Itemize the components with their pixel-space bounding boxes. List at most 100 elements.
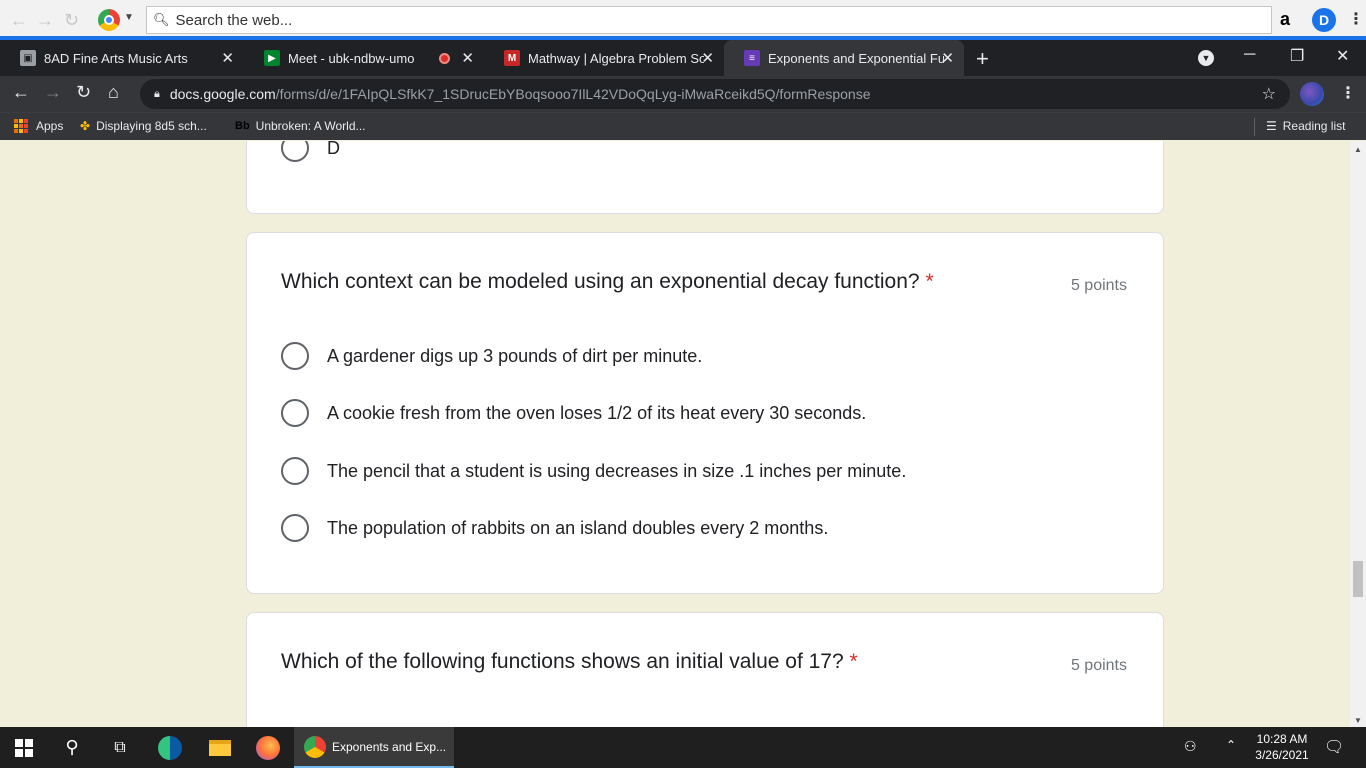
question-card-decay: Which context can be modeled using an ex… bbox=[246, 232, 1164, 594]
scroll-down-icon[interactable]: ▼ bbox=[1354, 716, 1362, 725]
tab-title: Mathway | Algebra Problem Solver bbox=[528, 50, 704, 66]
points-label: 5 points bbox=[1070, 277, 1127, 294]
recording-icon bbox=[439, 53, 450, 64]
scrollbar-thumb[interactable] bbox=[1353, 561, 1363, 597]
required-marker: * bbox=[925, 270, 934, 293]
profile-avatar[interactable] bbox=[1300, 82, 1324, 106]
bookmark-apps[interactable]: Apps bbox=[14, 119, 63, 133]
amazon-icon[interactable]: a bbox=[1280, 9, 1290, 30]
bookmark-label: Apps bbox=[36, 119, 64, 133]
address-bar: ← → ↻ ⌂ 🔒︎ docs.google.com/forms/d/e/1FA… bbox=[0, 76, 1366, 112]
tab-title: 8AD Fine Arts Music Arts bbox=[44, 50, 188, 66]
lock-icon[interactable]: 🔒︎ bbox=[154, 88, 160, 101]
restore-icon[interactable]: ❐ bbox=[1290, 46, 1304, 66]
form-page: D Which context can be modeled using an … bbox=[0, 141, 1350, 727]
option-d[interactable]: D bbox=[281, 141, 340, 162]
home-icon[interactable]: ⌂ bbox=[108, 82, 119, 103]
reading-list-icon: ☰ bbox=[1266, 119, 1277, 133]
reload-icon[interactable]: ↻ bbox=[64, 10, 79, 31]
question-text: Which context can be modeled using an ex… bbox=[281, 270, 920, 293]
option-3[interactable]: The pencil that a student is using decre… bbox=[281, 457, 906, 485]
chrome-logo-icon[interactable] bbox=[98, 9, 120, 31]
bookmark-unbroken[interactable]: Bb Unbroken: A World... bbox=[235, 119, 366, 133]
profile-d-icon[interactable]: D bbox=[1312, 8, 1336, 32]
option-label: D bbox=[327, 141, 340, 158]
option-label: The population of rabbits on an island d… bbox=[327, 517, 829, 538]
blackboard-bb-icon: Bb bbox=[235, 120, 250, 132]
chevron-up-icon[interactable]: ⌃ bbox=[1226, 738, 1236, 752]
search-icon[interactable]: ⚲ bbox=[48, 727, 96, 768]
radio-button[interactable] bbox=[281, 514, 309, 542]
url-path: /forms/d/e/1FAIpQLSfkK7_1SDrucEbYBoqsooo… bbox=[275, 86, 871, 102]
radio-button[interactable] bbox=[281, 342, 309, 370]
required-marker: * bbox=[849, 650, 858, 673]
people-icon[interactable]: ⚇ bbox=[1184, 738, 1197, 755]
forward-arrow-icon[interactable]: → bbox=[44, 82, 62, 103]
start-button[interactable] bbox=[0, 727, 48, 768]
tab-mathway[interactable]: M Mathway | Algebra Problem Solver ✕ bbox=[484, 40, 724, 76]
close-icon[interactable]: ✕ bbox=[941, 49, 954, 67]
close-icon[interactable]: ✕ bbox=[221, 49, 234, 67]
bookmarks-bar: Apps ✤ Displaying 8d5 sch... Bb Unbroken… bbox=[0, 112, 1366, 140]
reload-icon[interactable]: ↻ bbox=[76, 82, 91, 103]
question-text: Which of the following functions shows a… bbox=[281, 650, 844, 673]
file-explorer-icon[interactable] bbox=[196, 727, 244, 768]
meet-icon: ▶ bbox=[264, 50, 280, 66]
window-close-icon[interactable]: ✕ bbox=[1336, 46, 1349, 66]
tab-exponents[interactable]: ≡ Exponents and Exponential Functions ✕ bbox=[724, 40, 964, 76]
classroom-icon: ▣ bbox=[20, 50, 36, 66]
url-host: docs.google.com bbox=[169, 86, 276, 102]
url-field[interactable]: 🔒︎ docs.google.com/forms/d/e/1FAIpQLSfkK… bbox=[140, 79, 1290, 109]
question-title: Which of the following functions shows a… bbox=[281, 650, 858, 674]
system-clock[interactable]: 10:28 AM 3/26/2021 bbox=[1250, 731, 1314, 763]
option-4[interactable]: The population of rabbits on an island d… bbox=[281, 514, 828, 542]
mathway-icon: M bbox=[504, 50, 520, 66]
close-icon[interactable]: ✕ bbox=[461, 49, 474, 67]
minimize-icon[interactable]: ─ bbox=[1244, 46, 1255, 64]
web-search-box[interactable]: 🔍︎ bbox=[146, 6, 1272, 34]
scroll-up-icon[interactable]: ▲ bbox=[1354, 145, 1362, 154]
back-arrow-icon[interactable]: ← bbox=[12, 82, 30, 103]
clock-time: 10:28 AM bbox=[1256, 732, 1308, 746]
apps-grid-icon bbox=[14, 119, 28, 133]
forms-icon: ≡ bbox=[744, 50, 760, 66]
divider bbox=[1254, 118, 1255, 136]
taskbar-window-title: Exponents and Exp... bbox=[332, 739, 447, 754]
radio-button[interactable] bbox=[281, 399, 309, 427]
reading-list-button[interactable]: ☰ Reading list bbox=[1266, 119, 1345, 133]
vertical-scrollbar[interactable]: ▲ ▼ bbox=[1350, 141, 1366, 727]
more-vert-icon[interactable]: ⋮ bbox=[1340, 83, 1356, 103]
chrome-logo-icon bbox=[304, 735, 326, 758]
bookmark-label: Unbroken: A World... bbox=[255, 119, 366, 133]
edge-icon[interactable] bbox=[146, 727, 194, 768]
option-2[interactable]: A cookie fresh from the oven loses 1/2 o… bbox=[281, 399, 866, 427]
new-tab-plus-icon[interactable]: + bbox=[976, 46, 989, 72]
back-arrow-icon[interactable]: ← bbox=[10, 10, 28, 31]
forward-arrow-icon[interactable]: → bbox=[36, 10, 54, 31]
tab-fine-arts[interactable]: ▣ 8AD Fine Arts Music Arts ✕ bbox=[0, 40, 244, 76]
firefox-icon[interactable] bbox=[244, 727, 292, 768]
tab-strip: ▣ 8AD Fine Arts Music Arts ✕ ▶ Meet - ub… bbox=[0, 40, 1366, 76]
task-view-icon[interactable]: ⧉ bbox=[96, 727, 144, 768]
bookmark-star-icon[interactable]: ☆ bbox=[1262, 84, 1276, 104]
question-title: Which context can be modeled using an ex… bbox=[281, 270, 934, 294]
tab-search-icon[interactable]: ▼ bbox=[1198, 50, 1214, 66]
web-search-input[interactable] bbox=[175, 11, 1076, 29]
bookmark-label: Reading list bbox=[1282, 119, 1346, 133]
tab-title: Exponents and Exponential Functions bbox=[768, 50, 944, 66]
chevron-down-icon[interactable]: ▼ bbox=[124, 12, 134, 23]
option-1[interactable]: A gardener digs up 3 pounds of dirt per … bbox=[281, 342, 702, 370]
tab-title: Meet - ubk-ndbw-umo bbox=[288, 50, 415, 66]
windows-taskbar: ⚲ ⧉ Exponents and Exp... ⚇ ⌃ 10:28 AM 3/… bbox=[0, 727, 1366, 768]
option-label: A cookie fresh from the oven loses 1/2 o… bbox=[327, 402, 867, 423]
taskbar-chrome-window[interactable]: Exponents and Exp... bbox=[294, 727, 454, 768]
tab-meet[interactable]: ▶ Meet - ubk-ndbw-umo ✕ bbox=[244, 40, 484, 76]
radio-button[interactable] bbox=[281, 457, 309, 485]
option-label: A gardener digs up 3 pounds of dirt per … bbox=[327, 345, 703, 366]
radio-button[interactable] bbox=[281, 141, 309, 162]
close-icon[interactable]: ✕ bbox=[701, 49, 714, 67]
search-toolbar: ← → ↻ ▼ 🔍︎ a D ⋮ bbox=[0, 0, 1366, 40]
notification-icon[interactable]: 🗨︎ bbox=[1324, 737, 1344, 757]
bookmark-displaying[interactable]: ✤ Displaying 8d5 sch... bbox=[80, 119, 207, 133]
more-vert-icon[interactable]: ⋮ bbox=[1348, 9, 1364, 29]
